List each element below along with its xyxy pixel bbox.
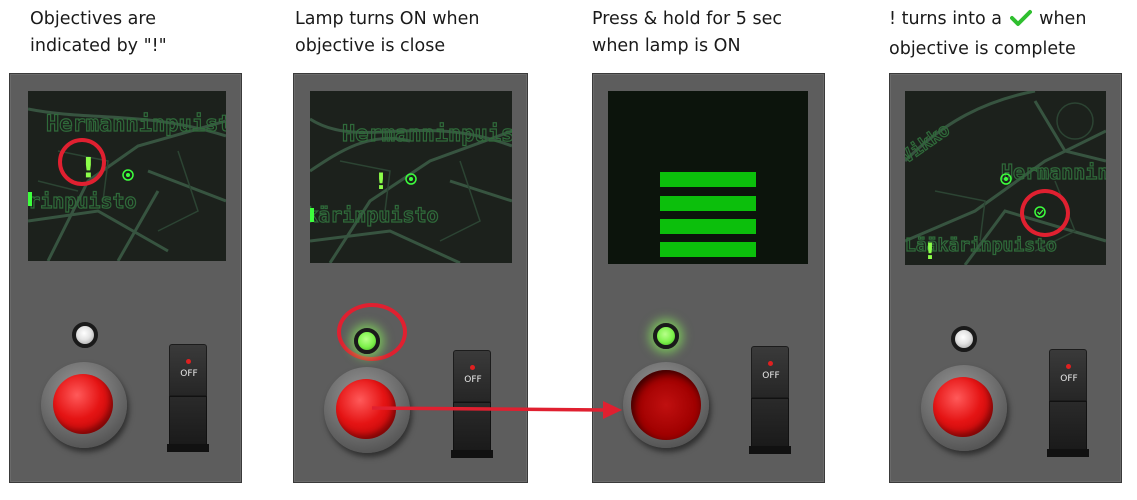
flow-arrow [371, 401, 622, 419]
